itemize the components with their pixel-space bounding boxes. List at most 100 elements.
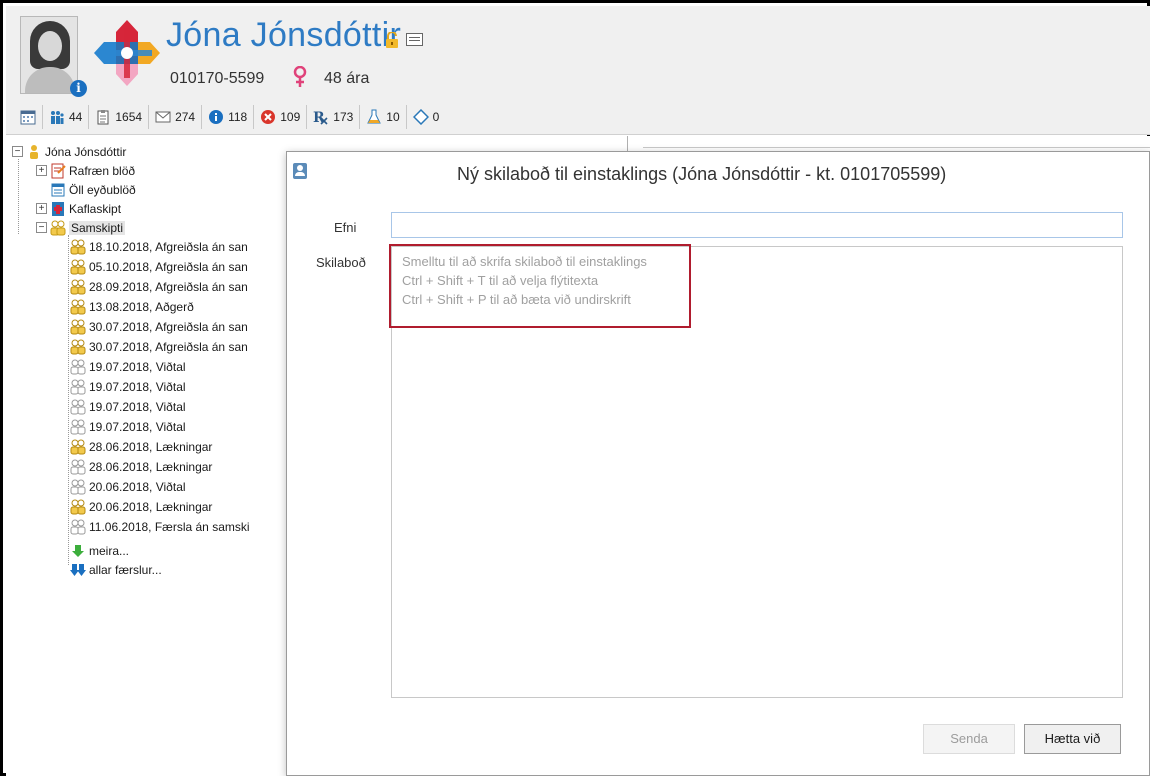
tree-item-contact[interactable]: 18.10.2018, Afgreiðsla án san (70, 237, 248, 256)
other-count: 0 (432, 109, 440, 124)
tree-item-label: allar færslur... (89, 562, 162, 577)
tree-item-contact[interactable]: 19.07.2018, Viðtal (70, 357, 186, 376)
tree-item-contact[interactable]: 19.07.2018, Viðtal (70, 417, 186, 436)
contacts-icon (70, 399, 86, 414)
warnings-button[interactable]: 109 (254, 104, 308, 129)
medical-book-icon (52, 201, 64, 216)
expand-toggle[interactable]: + (36, 165, 47, 176)
tree-item-contact[interactable]: 05.10.2018, Afgreiðsla án san (70, 257, 248, 276)
tree-item-label: 20.06.2018, Lækningar (89, 499, 213, 514)
subject-label: Efni (334, 220, 357, 235)
divider (643, 147, 1150, 148)
contacts-icon (70, 439, 86, 454)
health-logo (94, 20, 160, 86)
collapse-toggle[interactable]: − (12, 146, 23, 157)
tree-item-contact[interactable]: 19.07.2018, Viðtal (70, 377, 186, 396)
tree-item-rafraen-blod[interactable]: + Rafræn blöð (36, 161, 135, 180)
lock-icon[interactable] (384, 32, 402, 48)
tree-item-label: 30.07.2018, Afgreiðsla án san (89, 319, 248, 334)
patient-age: 48 ára (324, 70, 370, 87)
forms-icon (51, 183, 65, 196)
contacts-icon (70, 359, 86, 374)
notes-button[interactable]: 1654 (89, 104, 150, 129)
error-icon (261, 109, 276, 124)
tree-item-contact[interactable]: 11.06.2018, Færsla án samski (70, 517, 250, 536)
tree-item-samskipti[interactable]: − Samskipti (36, 218, 126, 237)
tree-item-label: 20.06.2018, Viðtal (89, 479, 186, 494)
prescriptions-count: 173 (333, 109, 354, 124)
tree-item-contact[interactable]: 28.06.2018, Lækningar (70, 437, 212, 456)
tree-root[interactable]: − Jóna Jónsdóttir (12, 142, 126, 161)
tree-item-contact[interactable]: 13.08.2018, Aðgerð (70, 297, 194, 316)
tree-item-label: Rafræn blöð (69, 163, 136, 178)
tree-item-contact[interactable]: 30.07.2018, Afgreiðsla án san (70, 337, 248, 356)
arrow-down-icon (72, 544, 84, 557)
tree-item-label: meira... (89, 543, 130, 558)
contacts-icon (70, 459, 86, 474)
tree-item-label: Öll eyðublöð (69, 182, 136, 197)
contact-card-icon (293, 163, 307, 179)
clipboard-icon (97, 109, 109, 124)
tree-root-label: Jóna Jónsdóttir (45, 144, 127, 159)
patient-avatar[interactable] (20, 16, 78, 94)
dialog-title: Ný skilaboð til einstaklings (Jóna Jónsd… (457, 164, 947, 184)
tree-item-all[interactable]: allar færslur... (70, 560, 162, 579)
tree-item-label: 13.08.2018, Aðgerð (89, 299, 194, 314)
tree-item-contact[interactable]: 20.06.2018, Viðtal (70, 477, 186, 496)
info-icon (209, 109, 224, 124)
envelope-icon (155, 111, 171, 122)
tree-item-oll-eydublod[interactable]: Öll eyðublöð (50, 180, 136, 199)
tree-item-contact[interactable]: 20.06.2018, Lækningar (70, 497, 212, 516)
tree-item-label: 18.10.2018, Afgreiðsla án san (89, 239, 248, 254)
rx-icon: R (313, 110, 328, 125)
messages-button[interactable]: 274 (149, 104, 203, 129)
tree-item-label: 19.07.2018, Viðtal (89, 419, 186, 434)
contacts-icon (50, 220, 66, 235)
contacts-icon (70, 279, 86, 294)
tree-item-contact[interactable]: 19.07.2018, Viðtal (70, 397, 186, 416)
contacts-icon (70, 479, 86, 494)
collapse-toggle[interactable]: − (36, 222, 47, 233)
tree-item-contact[interactable]: 30.07.2018, Afgreiðsla án san (70, 317, 248, 336)
dialog-title-bar[interactable]: Ný skilaboð til einstaklings (Jóna Jónsd… (287, 152, 1149, 196)
calendar-button[interactable] (14, 104, 43, 129)
double-arrow-down-icon (70, 563, 86, 576)
diamond-icon (412, 108, 429, 125)
notes-count: 1654 (115, 109, 143, 124)
tree-item-label: 11.06.2018, Færsla án samski (89, 519, 250, 534)
message-label: Skilaboð (316, 255, 366, 270)
form-icon (51, 163, 66, 178)
tree-item-label: Kaflaskipt (69, 201, 122, 216)
lab-button[interactable]: 10 (360, 104, 407, 129)
card-icon[interactable] (406, 33, 423, 46)
contacts-icon (70, 239, 86, 254)
info-icon[interactable]: i (70, 80, 87, 97)
tree-item-label: 28.06.2018, Lækningar (89, 459, 213, 474)
tree-item-contact[interactable]: 28.09.2018, Afgreiðsla án san (70, 277, 248, 296)
contacts-icon (70, 319, 86, 334)
tree-item-contact[interactable]: 28.06.2018, Lækningar (70, 457, 212, 476)
info-count: 118 (228, 109, 248, 124)
tree-item-label: 19.07.2018, Viðtal (89, 359, 186, 374)
send-button[interactable]: Senda (923, 724, 1015, 754)
tree-item-label: 30.07.2018, Afgreiðsla án san (89, 339, 248, 354)
contacts-icon (70, 379, 86, 394)
female-symbol-icon (293, 66, 307, 87)
patient-header: i Jóna Jónsdóttir 010170-5599 48 ára (6, 6, 1150, 99)
tree-item-kaflaskipt[interactable]: + Kaflaskipt (36, 199, 121, 218)
subject-input[interactable] (391, 212, 1123, 238)
info-button[interactable]: 118 (202, 104, 255, 129)
tree-item-label: 19.07.2018, Viðtal (89, 379, 186, 394)
tree-item-label: 19.07.2018, Viðtal (89, 399, 186, 414)
other-button[interactable]: 0 (407, 105, 446, 129)
contacts-button[interactable]: 44 (43, 104, 90, 129)
expand-toggle[interactable]: + (36, 203, 47, 214)
contacts-icon (70, 519, 86, 534)
contacts-icon (70, 419, 86, 434)
tree-item-more[interactable]: meira... (70, 541, 129, 560)
kennitala: 010170-5599 (170, 70, 265, 87)
cancel-button[interactable]: Hætta við (1024, 724, 1121, 754)
summary-toolbar: 44 1654 274 118 109 R 173 10 0 (6, 99, 1150, 135)
contacts-icon (70, 499, 86, 514)
prescriptions-button[interactable]: R 173 (307, 104, 361, 129)
